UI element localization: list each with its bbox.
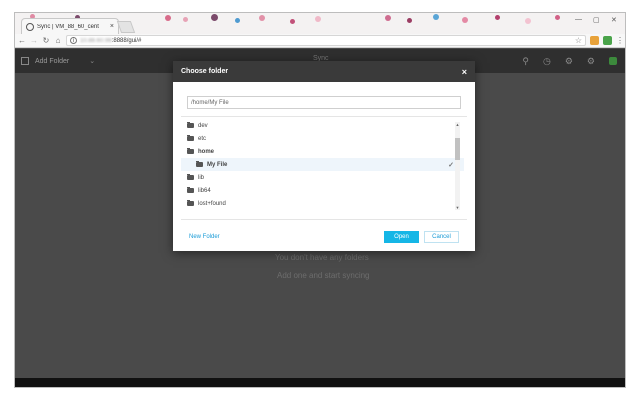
- site-info-icon[interactable]: i: [70, 37, 77, 44]
- theme-flower: [235, 18, 240, 23]
- header-actions: ⚲ ◷ ⚙ ⚙: [522, 56, 617, 67]
- theme-flower: [183, 17, 188, 22]
- folder-row[interactable]: home: [181, 145, 464, 158]
- folder-path-input[interactable]: /home/My File: [187, 96, 461, 109]
- theme-flower: [290, 19, 295, 24]
- address-bar[interactable]: i 10.88.60.98:8888/gui/# ☆: [66, 35, 586, 46]
- theme-flower: [433, 14, 439, 20]
- folder-row-selected[interactable]: My File ✓: [181, 158, 464, 171]
- folder-icon: [187, 187, 194, 193]
- url-path: :8888/gui/#: [111, 37, 142, 44]
- dialog-title: Choose folder: [181, 68, 229, 75]
- folder-name: My File: [207, 161, 228, 168]
- folder-name: lost+found: [198, 200, 226, 207]
- folder-row[interactable]: lib: [181, 171, 464, 184]
- new-folder-button[interactable]: New Folder: [189, 234, 220, 240]
- folder-name: etc: [198, 135, 207, 142]
- folder-tree-scrollbar[interactable]: ▲ ▼: [455, 122, 460, 210]
- folder-icon: [187, 122, 194, 128]
- window-maximize-button[interactable]: ▢: [593, 16, 600, 24]
- folder-icon: [187, 200, 194, 206]
- scroll-up-icon[interactable]: ▲: [455, 122, 460, 127]
- folder-icon: [196, 161, 203, 167]
- browser-toolbar: ← → ↻ ⌂ i 10.88.60.98:8888/gui/# ☆ ⋮: [15, 34, 625, 48]
- theme-flower: [462, 17, 468, 23]
- scrollbar-thumb[interactable]: [455, 138, 460, 160]
- history-icon[interactable]: ◷: [543, 56, 551, 67]
- extension-icon[interactable]: [603, 36, 612, 45]
- forward-arrow-icon[interactable]: →: [30, 36, 38, 45]
- theme-flower: [555, 15, 560, 20]
- folder-name: lib64: [198, 187, 211, 194]
- theme-flower: [315, 16, 321, 22]
- tab-strip: Sync | VM_88_60_cent × — ▢ ✕: [15, 13, 625, 34]
- extension-icon[interactable]: [590, 36, 599, 45]
- add-folder-button[interactable]: Add Folder: [35, 58, 69, 65]
- cancel-button[interactable]: Cancel: [424, 231, 459, 243]
- tab-close-icon[interactable]: ×: [110, 23, 114, 30]
- divider: [181, 116, 467, 117]
- close-icon[interactable]: ×: [462, 67, 467, 77]
- account-avatar[interactable]: [609, 57, 617, 65]
- add-folder-icon[interactable]: [21, 57, 29, 65]
- window-close-button[interactable]: ✕: [611, 16, 617, 24]
- new-tab-button[interactable]: [116, 21, 136, 33]
- folder-name: lib: [198, 174, 205, 181]
- divider: [181, 219, 467, 220]
- browser-menu-icon[interactable]: ⋮: [616, 36, 624, 45]
- folder-row[interactable]: etc: [181, 132, 464, 145]
- empty-state-title: You don't have any folders: [275, 253, 369, 262]
- reload-icon[interactable]: ↻: [42, 36, 50, 45]
- settings-icon[interactable]: ⚙: [565, 56, 573, 67]
- chevron-down-icon[interactable]: ⌄: [89, 57, 95, 65]
- folder-tree: dev etc home My File ✓ lib lib64 lost+fo…: [181, 119, 464, 211]
- theme-flower: [407, 18, 412, 23]
- scroll-down-icon[interactable]: ▼: [455, 205, 460, 210]
- bookmark-star-icon[interactable]: ☆: [575, 36, 582, 45]
- folder-name: home: [198, 148, 215, 155]
- browser-tab-active[interactable]: Sync | VM_88_60_cent ×: [21, 18, 119, 34]
- choose-folder-dialog: Choose folder × /home/My File dev etc ho…: [173, 61, 475, 251]
- url-host: 10.88.60.98: [80, 37, 112, 44]
- search-icon[interactable]: ⚲: [522, 56, 529, 67]
- theme-flower: [211, 14, 218, 21]
- home-icon[interactable]: ⌂: [54, 36, 62, 45]
- theme-flower: [385, 15, 391, 21]
- theme-flower: [525, 18, 531, 24]
- dialog-header: Choose folder ×: [173, 61, 475, 82]
- bottom-bar: [15, 378, 625, 387]
- checkmark-icon: ✓: [448, 161, 454, 169]
- open-button[interactable]: Open: [384, 231, 419, 243]
- folder-row[interactable]: lib64: [181, 184, 464, 197]
- folder-name: dev: [198, 122, 208, 129]
- folder-row[interactable]: dev: [181, 119, 464, 132]
- folder-icon: [187, 148, 194, 154]
- back-arrow-icon[interactable]: ←: [18, 36, 26, 45]
- gear-icon[interactable]: ⚙: [587, 56, 595, 67]
- window-minimize-button[interactable]: —: [575, 16, 582, 23]
- theme-flower: [165, 15, 171, 21]
- theme-flower: [495, 15, 500, 20]
- folder-row[interactable]: lost+found: [181, 197, 464, 210]
- tab-title: Sync | VM_88_60_cent: [37, 23, 99, 30]
- dialog-footer: New Folder Open Cancel: [173, 227, 475, 247]
- theme-flower: [259, 15, 265, 21]
- sync-favicon-icon: [26, 22, 34, 31]
- folder-icon: [187, 135, 194, 141]
- folder-icon: [187, 174, 194, 180]
- empty-state-subtitle: Add one and start syncing: [277, 271, 370, 280]
